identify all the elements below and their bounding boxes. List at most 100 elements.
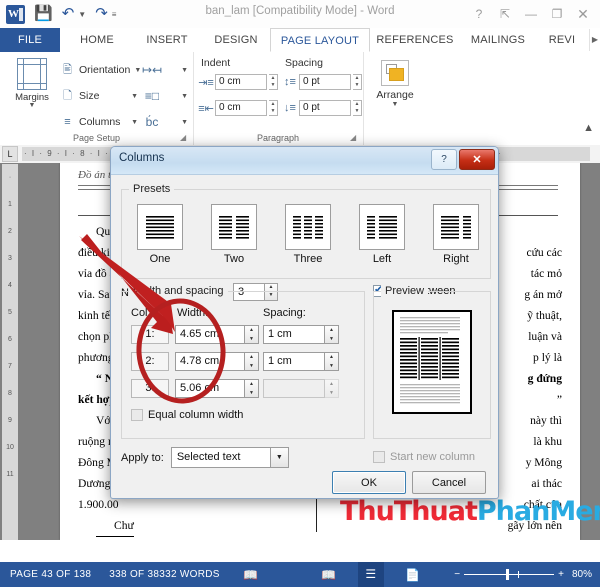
ok-button[interactable]: OK [332,471,406,494]
tab-file[interactable]: FILE [0,28,60,52]
zoom-in-button[interactable]: + [558,569,564,580]
tab-insert[interactable]: INSERT [132,28,202,52]
tab-page-layout[interactable]: PAGE LAYOUT [270,28,370,52]
chevron-down-icon[interactable]: ▼ [181,93,188,100]
dialog-help-icon[interactable]: ? [431,149,457,170]
indent-left-input[interactable]: 0 cm [215,74,267,90]
spacing-input-2[interactable]: 1 cm [263,352,325,371]
vruler-mark: 7 [8,363,12,370]
spacing-before-input[interactable]: 0 pt [299,74,351,90]
doc-line: mỏ phức tạp, có nhiều đứt gãy lớn nên [78,537,314,540]
width-stepper-3[interactable]: ▲ ▼ [245,379,259,398]
chevron-down-icon[interactable]: ▼ [181,67,188,74]
apply-to-dropdown[interactable]: Selected text ▼ [170,447,289,468]
preset-two[interactable]: Two [210,204,258,265]
chevron-down-icon[interactable]: ▼ [131,93,138,100]
zoom-out-button[interactable]: − [454,569,460,580]
spelling-check-icon[interactable]: 📖 [238,568,264,582]
tab-mailings[interactable]: MAILINGS [460,28,536,52]
spacing-stepper-1[interactable]: ▲ ▼ [325,325,339,344]
columns-dialog[interactable]: Columns ? ✕ Presets One Two Three Left R… [110,146,499,499]
indent-left-stepper[interactable]: ▲ ▼ [269,74,278,90]
help-icon[interactable]: ? [466,4,492,24]
orientation-button[interactable]: 🖹 Orientation ▼ [60,57,141,83]
dialog-title-bar[interactable]: Columns ? ✕ [111,147,498,175]
zoom-level[interactable]: 80% [572,569,592,580]
tab-references[interactable]: REFERENCES [370,28,460,52]
close-icon[interactable]: ✕ [570,4,596,24]
dialog-close-icon[interactable]: ✕ [459,149,495,170]
size-button[interactable]: 🗋 Size ▼ [60,83,138,109]
width-stepper-1[interactable]: ▲ ▼ [245,325,259,344]
ribbon-group-arrange[interactable]: Arrange ▼ [364,52,426,145]
width-input-3[interactable]: 5.06 cm [175,379,245,398]
spacing-before-stepper[interactable]: ▲ ▼ [353,74,362,90]
width-stepper-2[interactable]: ▲ ▼ [245,352,259,371]
one-column-preset-icon [137,204,183,250]
chevron-down-icon[interactable]: ▼ [181,119,188,126]
preset-two-label: Two [223,253,245,265]
indent-right-input[interactable]: 0 cm [215,100,267,116]
arrange-dropdown-icon[interactable]: ▼ [364,101,426,108]
indent-left-icon: ⇥≡ [198,76,214,89]
doc-line: gãy lớn nên [507,519,562,532]
vruler-mark: 3 [8,255,12,262]
preset-left[interactable]: Left [358,204,406,265]
margins-dropdown-icon[interactable]: ▼ [8,102,56,109]
zoom-control[interactable]: − + 80% [454,569,592,580]
collapse-ribbon-icon[interactable]: ▲ [583,122,594,134]
print-layout-icon[interactable]: ☰ [357,562,384,587]
cancel-button[interactable]: Cancel [412,471,486,494]
ruler-marks-left: · I · 9 · I · 8 · I · [24,149,110,158]
spacing-input-1[interactable]: 1 cm [263,325,325,344]
chevron-down-icon[interactable]: ▼ [134,67,141,74]
size-icon: 🗋 [63,89,72,102]
tab-review[interactable]: REVI [540,28,584,52]
doc-line: đường lò [326,536,562,540]
zoom-slider[interactable] [464,569,555,580]
columns-button[interactable]: ≡ Columns ▼ [60,109,138,135]
preset-three[interactable]: Three [284,204,332,265]
start-new-column-label: Start new column [390,451,475,463]
preset-right[interactable]: Right [432,204,480,265]
width-and-spacing-legend: Width and spacing [129,285,228,297]
web-layout-icon[interactable]: 📄 [400,568,426,582]
width-input-2[interactable]: 4.78 cm [175,352,245,371]
page-setup-icon-column: ↦↤ ▼ ≡□ ▼ b́c ▼ [142,57,188,135]
line-numbers-button[interactable]: ≡□ ▼ [142,83,188,109]
spacing-after-input[interactable]: 0 pt [299,100,351,116]
equal-column-width-row[interactable]: Equal column width [131,409,243,421]
equal-column-width-checkbox[interactable] [131,409,143,421]
tab-stop-selector[interactable]: L [2,146,18,162]
col-number-2: 2: [131,352,169,371]
tab-scroll-right-icon[interactable]: ▶ [589,29,600,51]
maximize-icon[interactable]: ❐ [544,4,570,24]
ribbon-display-options-icon[interactable]: ⇱ [492,4,518,24]
minimize-icon[interactable]: — [518,4,544,24]
tab-home[interactable]: HOME [62,28,132,52]
vruler-mark: 9 [8,417,12,424]
read-mode-icon[interactable]: 📖 [316,568,342,582]
breaks-button[interactable]: ↦↤ ▼ [142,57,188,83]
chevron-down-icon[interactable]: ▼ [269,447,289,468]
width-header: Width: [177,307,209,319]
zoom-slider-handle[interactable] [506,569,510,580]
width-input-1[interactable]: 4.65 cm [175,325,245,344]
page-setup-dialog-launcher-icon[interactable]: ◢ [180,133,189,142]
hyphenation-button[interactable]: b́c ▼ [142,109,188,135]
col-number-1: 1: [131,325,169,344]
page-indicator[interactable]: PAGE 43 OF 138 [10,569,91,580]
paragraph-dialog-launcher-icon[interactable]: ◢ [350,133,359,142]
two-column-preset-icon [211,204,257,250]
vertical-ruler[interactable]: · 1 2 3 4 5 6 7 8 9 10 11 [2,164,18,540]
indent-right-stepper[interactable]: ▲ ▼ [269,100,278,116]
tab-design[interactable]: DESIGN [202,28,270,52]
preset-one[interactable]: One [136,204,184,265]
three-column-preset-icon [285,204,331,250]
spacing-stepper-2[interactable]: ▲ ▼ [325,352,339,371]
margins-button[interactable]: Margins ▼ [8,58,56,109]
chevron-down-icon[interactable]: ▼ [131,119,138,126]
equal-column-width-label: Equal column width [148,409,244,421]
spacing-after-stepper[interactable]: ▲ ▼ [353,100,362,116]
word-count[interactable]: 338 OF 38332 WORDS [109,569,219,580]
